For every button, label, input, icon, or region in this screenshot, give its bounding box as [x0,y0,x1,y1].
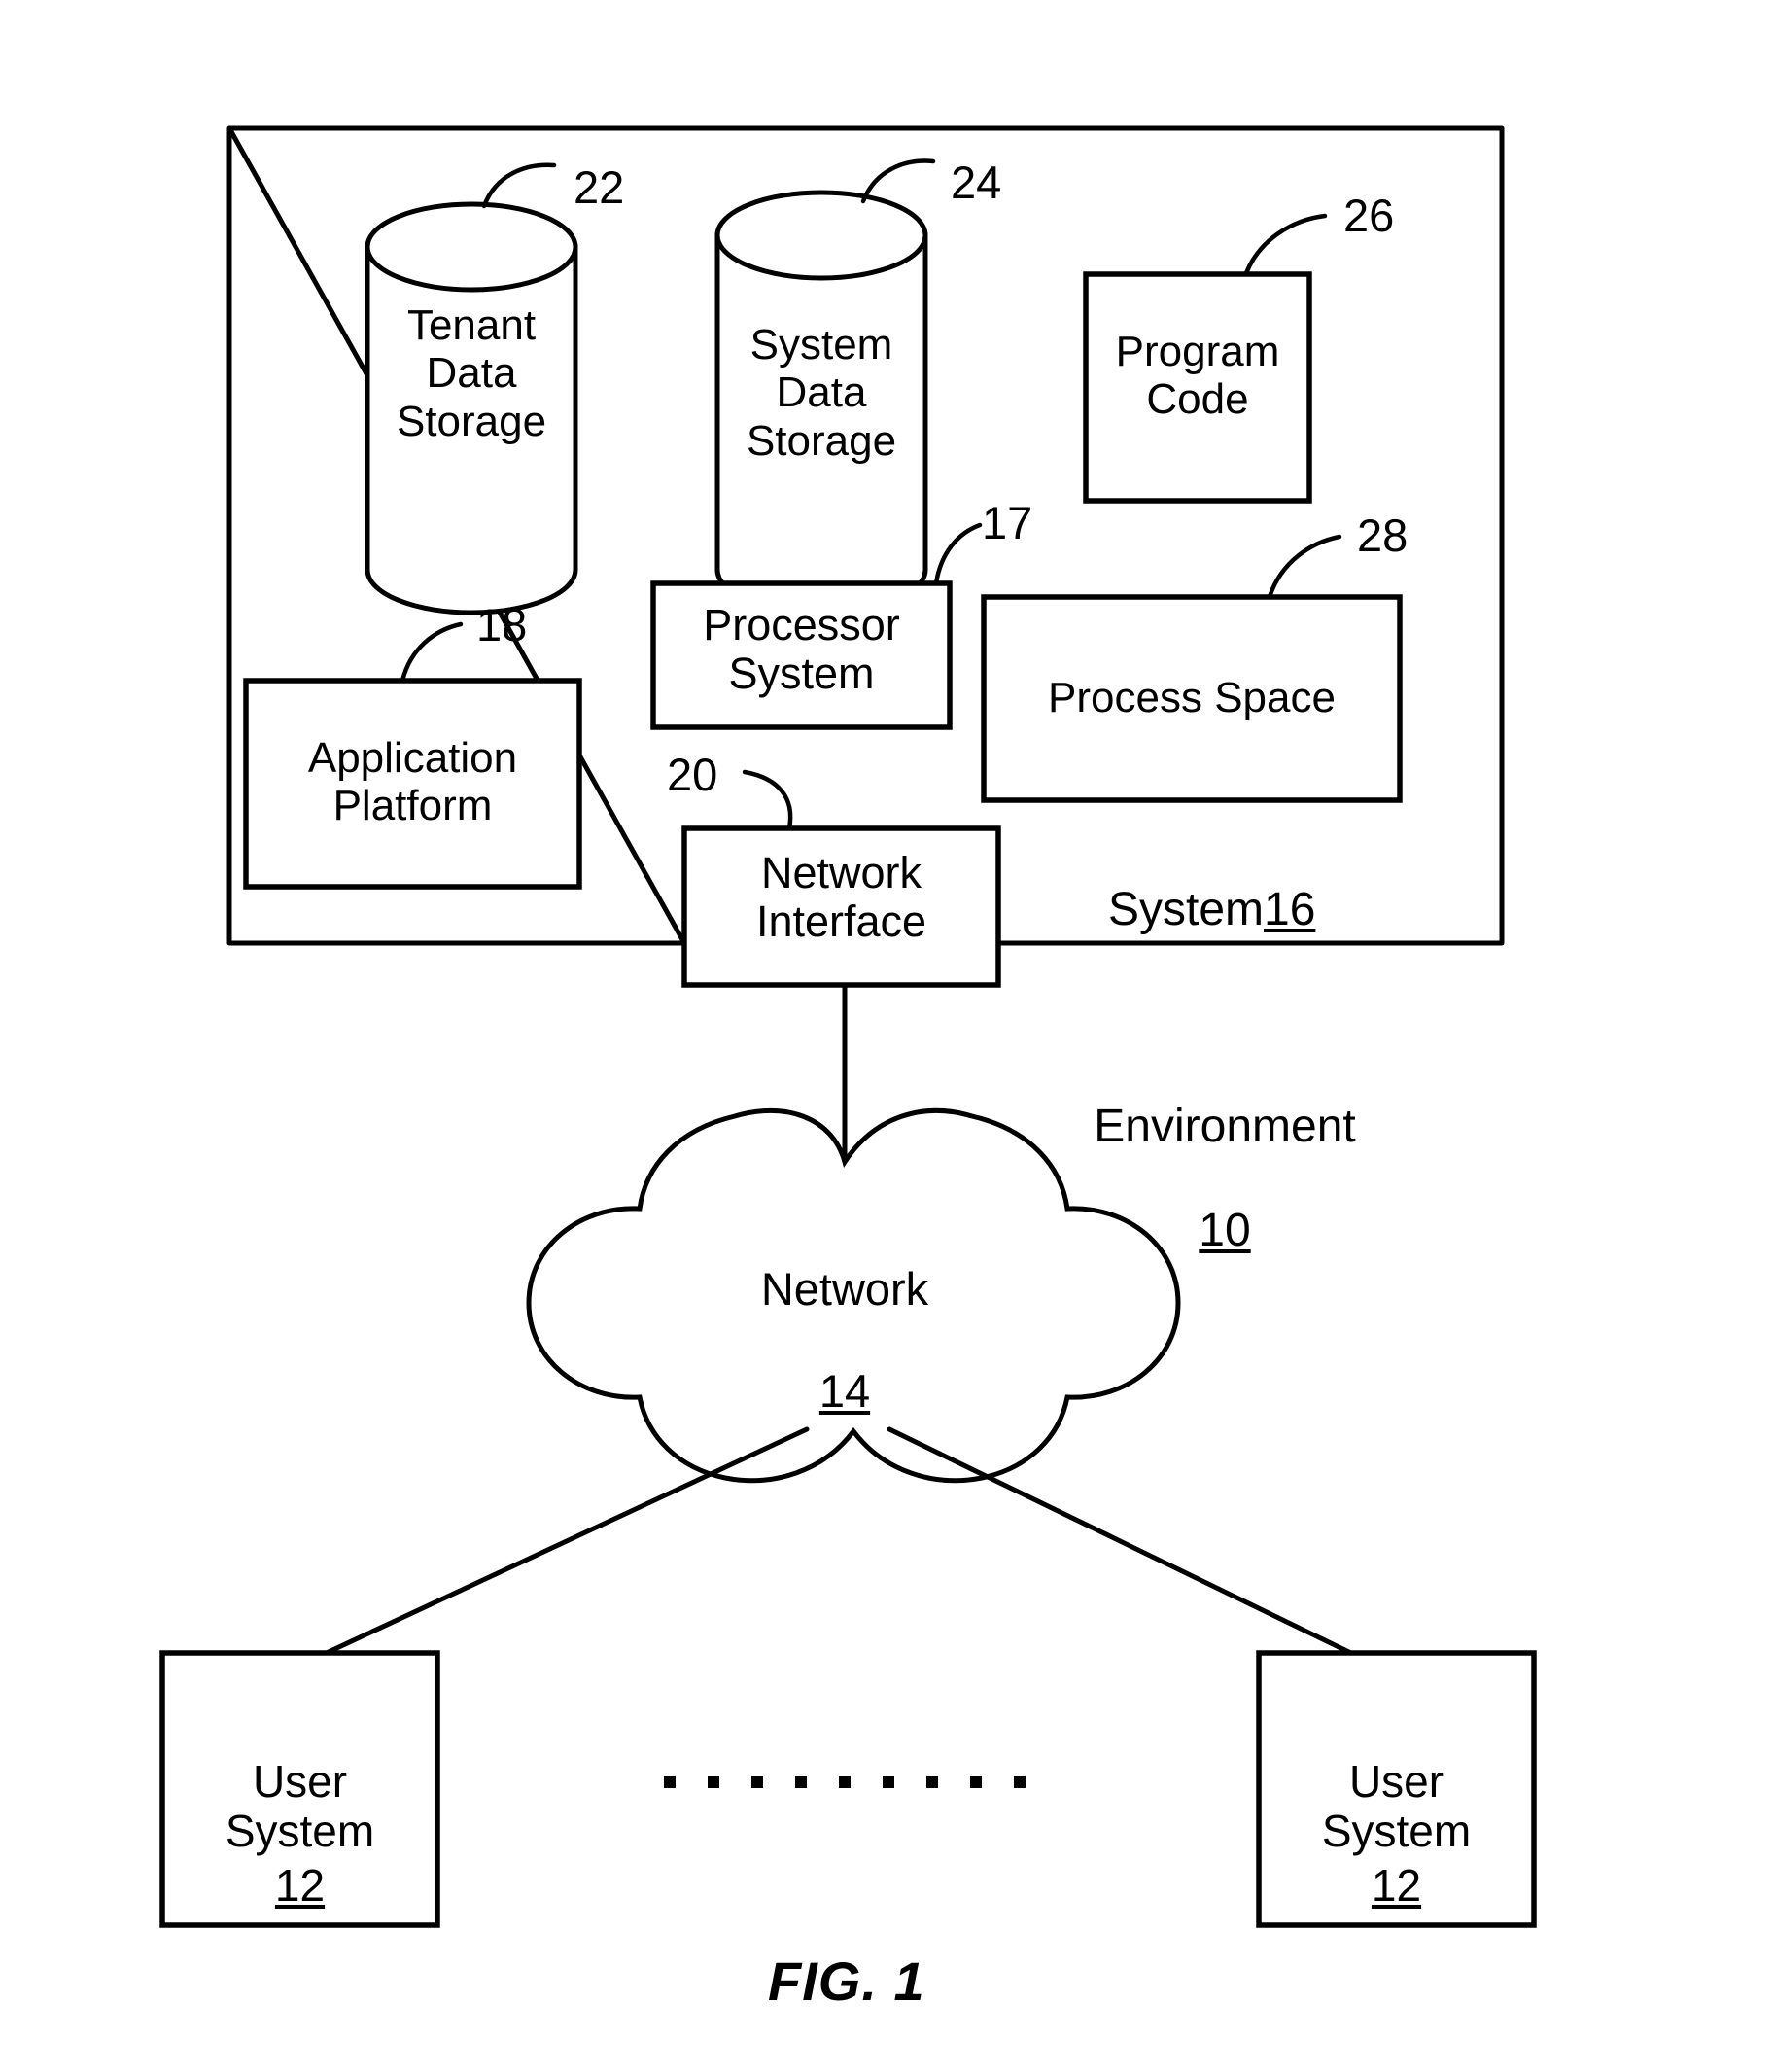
leader-line-20 [742,769,793,831]
ref-24: 24 [951,157,1002,208]
ref-26: 26 [1343,190,1395,241]
environment-label-text: Environment [1094,1100,1356,1152]
network-cloud-label-ref: 14 [818,1364,871,1417]
system-data-storage-label: System Data Storage [746,321,897,465]
ref-22: 22 [574,161,625,213]
process-space-label: Process Space [1048,674,1336,721]
leader-line-28 [1267,534,1342,600]
leader-line-24 [860,158,936,204]
system-enclosure-label-text: System [1108,883,1265,935]
program-code-label: Program Code [1115,328,1280,424]
user-system-right-label-ref: 12 [1371,1859,1422,1911]
figure-caption: FIG. 1 [768,1950,925,2012]
processor-system-label: Processor System [703,600,900,699]
ref-20: 20 [667,749,718,800]
ellipsis-dots [664,1776,1026,1788]
connector-cloud-to-user-right [887,1426,1364,1661]
user-system-left-label-text: User System [225,1755,375,1857]
application-platform-label: Application Platform [307,734,518,830]
user-system-right-label: User System 12 [1259,1706,1534,1961]
system-enclosure-label-ref: 16 [1264,883,1316,935]
ref-18: 18 [476,599,528,650]
environment-label: Environment 10 [1069,1048,1380,1257]
user-system-left-label: User System 12 [162,1706,437,1961]
connector-cloud-to-user-left [313,1426,810,1661]
network-cloud-label-text: Network [760,1262,929,1315]
ref-17: 17 [982,497,1033,548]
leader-line-17 [933,522,983,586]
user-system-left-label-ref: 12 [274,1859,326,1911]
tenant-data-storage-label: Tenant Data Storage [396,301,547,445]
leader-line-18 [400,621,464,684]
leader-line-26 [1243,213,1328,276]
ref-28: 28 [1357,509,1409,561]
environment-label-ref: 10 [1199,1205,1251,1257]
network-cloud-label: Network 14 [699,1212,991,1418]
patent-figure: Tenant Data Storage 22 System Data Stora… [0,0,1774,2072]
user-system-right-label-text: User System [1321,1755,1472,1857]
leader-line-22 [481,162,557,209]
system-enclosure-label: System16 [1108,831,1400,936]
network-interface-label: Network Interface [755,848,927,947]
